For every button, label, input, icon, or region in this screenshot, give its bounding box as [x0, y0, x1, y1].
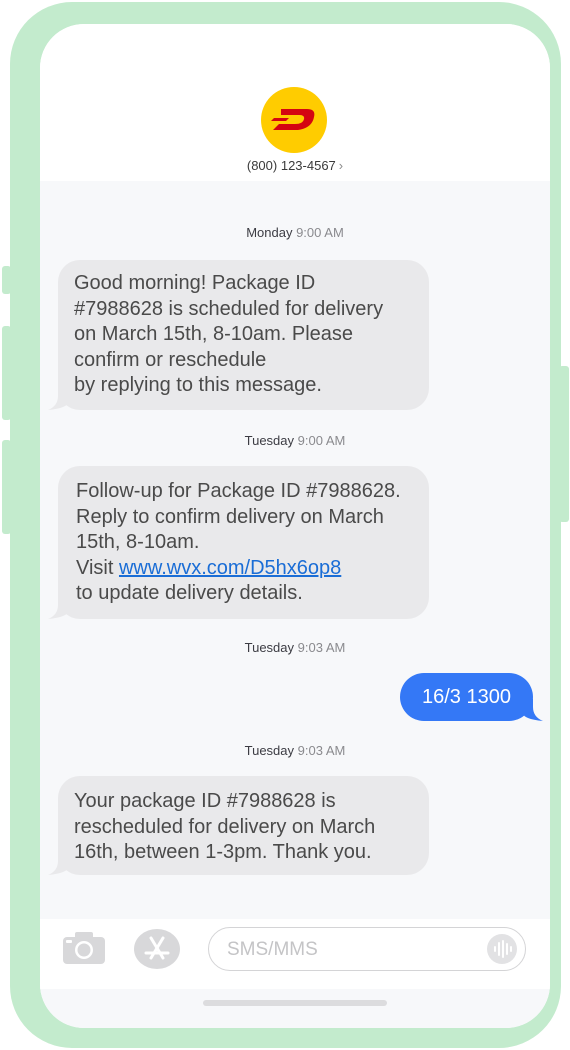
delivery-link[interactable]: www.wvx.com/D5hx6op8 [119, 557, 341, 579]
message-line: 16th, between 1-3pm. Thank you. [74, 841, 372, 863]
timestamp: Tuesday 9:03 AM [40, 743, 550, 758]
contact-phone-number: (800) 123-4567 [246, 158, 336, 173]
bubble-tail [523, 699, 543, 721]
timestamp: Tuesday 9:03 AM [40, 640, 550, 655]
message-input[interactable]: SMS/MMS [208, 927, 526, 971]
timestamp-time: 9:03 AM [297, 743, 346, 758]
message-line: Good morning! Package ID [74, 272, 316, 294]
carrier-logo-icon [271, 109, 315, 130]
received-message-bubble[interactable]: Your package ID #7988628 is rescheduled … [48, 776, 429, 875]
chevron-right-icon: › [338, 158, 344, 173]
bubble-tail [48, 853, 68, 875]
message-line: Follow-up for Package ID #7988628. [76, 480, 401, 502]
message-line: to update delivery details. [76, 582, 303, 604]
message-line: Visit www.wvx.com/D5hx6op8 [76, 556, 411, 582]
timestamp-day: Tuesday [244, 743, 295, 758]
visit-prefix: Visit [76, 556, 119, 579]
timestamp: Monday 9:00 AM [40, 225, 550, 240]
message-line: #7988628 is scheduled for delivery [74, 297, 384, 320]
home-indicator[interactable] [203, 1000, 387, 1006]
timestamp-day: Tuesday [244, 640, 295, 655]
received-message-bubble[interactable]: Good morning! Package ID #7988628 is sch… [48, 260, 429, 410]
message-input-placeholder: SMS/MMS [227, 939, 318, 960]
bubble-tail [48, 597, 68, 619]
message-line: Your package ID #7988628 is [74, 790, 336, 812]
contact-phone[interactable]: (800) 123-4567 › [40, 158, 550, 173]
sent-message-text: 16/3 1300 [422, 686, 511, 708]
received-message-bubble[interactable]: Follow-up for Package ID #7988628. Reply… [48, 466, 429, 619]
message-line: by replying to this message. [74, 374, 322, 396]
message-line: 15th, 8-10am. [76, 531, 200, 553]
message-line: confirm or reschedule [74, 348, 267, 371]
message-line: Reply to confirm delivery on March [76, 505, 384, 528]
audio-waveform-icon[interactable] [487, 934, 517, 964]
app-store-icon[interactable] [133, 927, 181, 971]
phone-screen: (800) 123-4567 › Monday 9:00 AM Good morn… [40, 24, 550, 1028]
compose-bar: SMS/MMS [40, 919, 550, 989]
timestamp: Tuesday 9:00 AM [40, 433, 550, 448]
conversation-header: (800) 123-4567 › [40, 24, 550, 181]
timestamp-day: Monday [246, 225, 293, 240]
timestamp-time: 9:00 AM [296, 225, 344, 240]
timestamp-time: 9:00 AM [297, 433, 346, 448]
message-line: rescheduled for delivery on March [74, 815, 376, 838]
bubble-tail [48, 388, 68, 410]
phone-frame: (800) 123-4567 › Monday 9:00 AM Good morn… [10, 2, 561, 1048]
message-line: on March 15th, 8-10am. Please [74, 323, 354, 345]
contact-avatar[interactable] [261, 87, 327, 153]
camera-icon[interactable] [62, 931, 106, 965]
timestamp-time: 9:03 AM [297, 640, 346, 655]
timestamp-day: Tuesday [244, 433, 295, 448]
sent-message-bubble[interactable]: 16/3 1300 [400, 673, 543, 721]
